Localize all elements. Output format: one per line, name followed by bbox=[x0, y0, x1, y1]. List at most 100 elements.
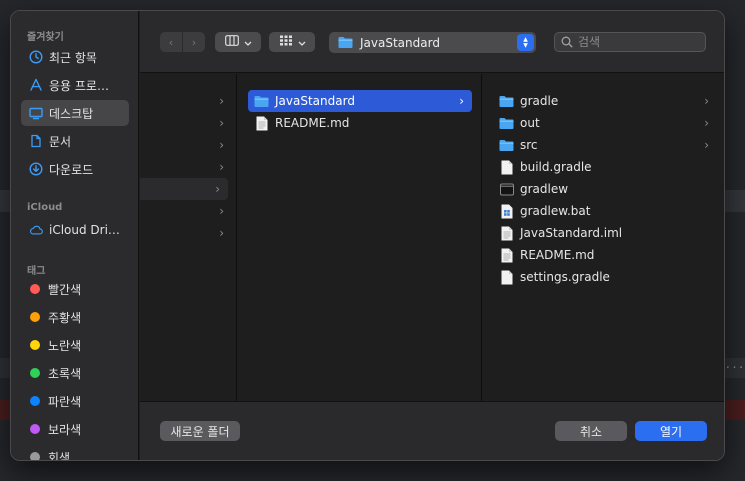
group-by-button[interactable] bbox=[269, 32, 315, 52]
column-current: JavaStandard › README.md bbox=[237, 74, 482, 401]
folder-icon bbox=[499, 138, 514, 153]
view-mode-button[interactable] bbox=[215, 32, 261, 52]
file-row[interactable]: gradlew.bat bbox=[493, 200, 717, 222]
list-item[interactable]: › bbox=[140, 222, 232, 244]
sidebar-item-label: 다운로드 bbox=[49, 162, 94, 177]
forward-button[interactable]: › bbox=[183, 32, 205, 52]
chevron-right-icon: › bbox=[219, 204, 224, 218]
chevron-down-icon bbox=[244, 36, 252, 49]
back-button[interactable]: ‹ bbox=[160, 32, 182, 52]
file-row[interactable]: gradlew bbox=[493, 178, 717, 200]
file-name: JavaStandard bbox=[275, 94, 355, 108]
file-name: out bbox=[520, 116, 540, 130]
sidebar-item-label: 주황색 bbox=[48, 310, 82, 325]
sidebar-item-tag[interactable]: 보라색 bbox=[21, 416, 129, 442]
list-item[interactable]: › bbox=[140, 112, 232, 134]
list-item-selected-inactive[interactable]: › bbox=[140, 178, 228, 200]
sidebar-item-tag[interactable]: 회색 bbox=[21, 444, 129, 461]
file-name: README.md bbox=[520, 248, 595, 262]
search-icon bbox=[561, 33, 573, 52]
sidebar-item-downloads[interactable]: 다운로드 bbox=[21, 156, 129, 182]
file-name: gradlew.bat bbox=[520, 204, 591, 218]
sidebar-item-label: 최근 항목 bbox=[49, 50, 97, 65]
sidebar-item-tag[interactable]: 주황색 bbox=[21, 304, 129, 330]
sidebar-item-tag[interactable]: 노란색 bbox=[21, 332, 129, 358]
folder-row[interactable]: JavaStandard › bbox=[248, 90, 472, 112]
cancel-button[interactable]: 취소 bbox=[555, 421, 627, 441]
folder-row[interactable]: src › bbox=[493, 134, 717, 156]
executable-icon bbox=[499, 182, 514, 197]
file-name: gradlew bbox=[520, 182, 569, 196]
tag-color-dot-icon bbox=[30, 452, 40, 460]
sidebar-item-tag[interactable]: 파란색 bbox=[21, 388, 129, 414]
open-button[interactable]: 열기 bbox=[635, 421, 707, 441]
open-file-dialog: 즐겨찾기 최근 항목 응용 프로… 데스크탑 문서 다운로드 iCloud iC… bbox=[10, 10, 725, 461]
sidebar-item-desktop[interactable]: 데스크탑 bbox=[21, 100, 129, 126]
document-icon bbox=[29, 134, 43, 148]
list-item[interactable]: › bbox=[140, 90, 232, 112]
icloud-header: iCloud bbox=[27, 202, 63, 213]
folder-row[interactable]: out › bbox=[493, 112, 717, 134]
search-input[interactable] bbox=[578, 35, 698, 49]
folder-icon bbox=[499, 116, 514, 131]
apps-icon bbox=[29, 78, 43, 92]
tag-color-dot-icon bbox=[30, 340, 40, 350]
folder-row[interactable]: gradle › bbox=[493, 90, 717, 112]
sidebar-item-label: 데스크탑 bbox=[49, 106, 94, 121]
file-row[interactable]: settings.gradle bbox=[493, 266, 717, 288]
dialog-footer: 새로운 폴더 취소 열기 bbox=[140, 401, 724, 460]
download-icon bbox=[29, 162, 43, 176]
chevron-down-icon bbox=[298, 36, 306, 49]
sidebar-item-icloud-drive[interactable]: iCloud Dri… bbox=[21, 217, 129, 243]
desktop-icon bbox=[29, 106, 43, 120]
sidebar-item-applications[interactable]: 응용 프로… bbox=[21, 72, 129, 98]
sidebar-item-label: 응용 프로… bbox=[49, 78, 109, 93]
sidebar-item-label: 빨간색 bbox=[48, 282, 82, 297]
sidebar-item-recents[interactable]: 최근 항목 bbox=[21, 44, 129, 70]
tag-color-dot-icon bbox=[30, 312, 40, 322]
chevron-right-icon: › bbox=[219, 226, 224, 240]
sidebar-item-tag[interactable]: 초록색 bbox=[21, 360, 129, 386]
list-item[interactable]: › bbox=[140, 156, 232, 178]
windows-file-icon bbox=[499, 204, 514, 219]
file-row[interactable]: JavaStandard.iml bbox=[493, 222, 717, 244]
tag-color-dot-icon bbox=[30, 396, 40, 406]
sidebar-item-label: 회색 bbox=[48, 450, 71, 461]
new-folder-button[interactable]: 새로운 폴더 bbox=[160, 421, 240, 441]
chevron-right-icon: › bbox=[219, 160, 224, 174]
sidebar-item-label: 보라색 bbox=[48, 422, 82, 437]
search-field[interactable] bbox=[554, 32, 706, 52]
file-name: settings.gradle bbox=[520, 270, 610, 284]
sidebar-item-documents[interactable]: 문서 bbox=[21, 128, 129, 154]
sidebar-item-label: 초록색 bbox=[48, 366, 82, 381]
tag-color-dot-icon bbox=[30, 424, 40, 434]
chevron-right-icon: › bbox=[219, 138, 224, 152]
file-name: JavaStandard.iml bbox=[520, 226, 623, 240]
text-document-icon bbox=[254, 116, 269, 131]
file-name: README.md bbox=[275, 116, 350, 130]
stepper-icon: ▲ ▼ bbox=[517, 34, 534, 51]
file-name: src bbox=[520, 138, 538, 152]
location-popup[interactable]: JavaStandard ▲ ▼ bbox=[329, 32, 536, 53]
file-name: build.gradle bbox=[520, 160, 592, 174]
file-row[interactable]: build.gradle bbox=[493, 156, 717, 178]
chevron-right-icon: › bbox=[219, 94, 224, 108]
column-browser: › › › › › › › JavaStandard › README.md gra… bbox=[140, 74, 724, 401]
list-item[interactable]: › bbox=[140, 200, 232, 222]
list-item[interactable]: › bbox=[140, 134, 232, 156]
grid-icon bbox=[279, 35, 293, 49]
document-icon bbox=[499, 160, 514, 175]
chevron-right-icon: › bbox=[704, 138, 709, 152]
column-contents: gradle › out › src › build.gradle gradlew gradle… bbox=[482, 74, 724, 401]
sidebar-item-tag[interactable]: 빨간색 bbox=[21, 276, 129, 302]
chevron-right-icon: › bbox=[219, 116, 224, 130]
file-name: gradle bbox=[520, 94, 559, 108]
file-row[interactable]: README.md bbox=[493, 244, 717, 266]
document-icon bbox=[499, 270, 514, 285]
file-row[interactable]: README.md bbox=[248, 112, 472, 134]
chevron-left-icon: ‹ bbox=[168, 35, 174, 49]
toolbar: ‹ › JavaStandard ▲ ▼ 검색 bbox=[140, 11, 724, 73]
clock-icon bbox=[29, 50, 43, 64]
folder-icon bbox=[254, 94, 269, 109]
tag-color-dot-icon bbox=[30, 368, 40, 378]
